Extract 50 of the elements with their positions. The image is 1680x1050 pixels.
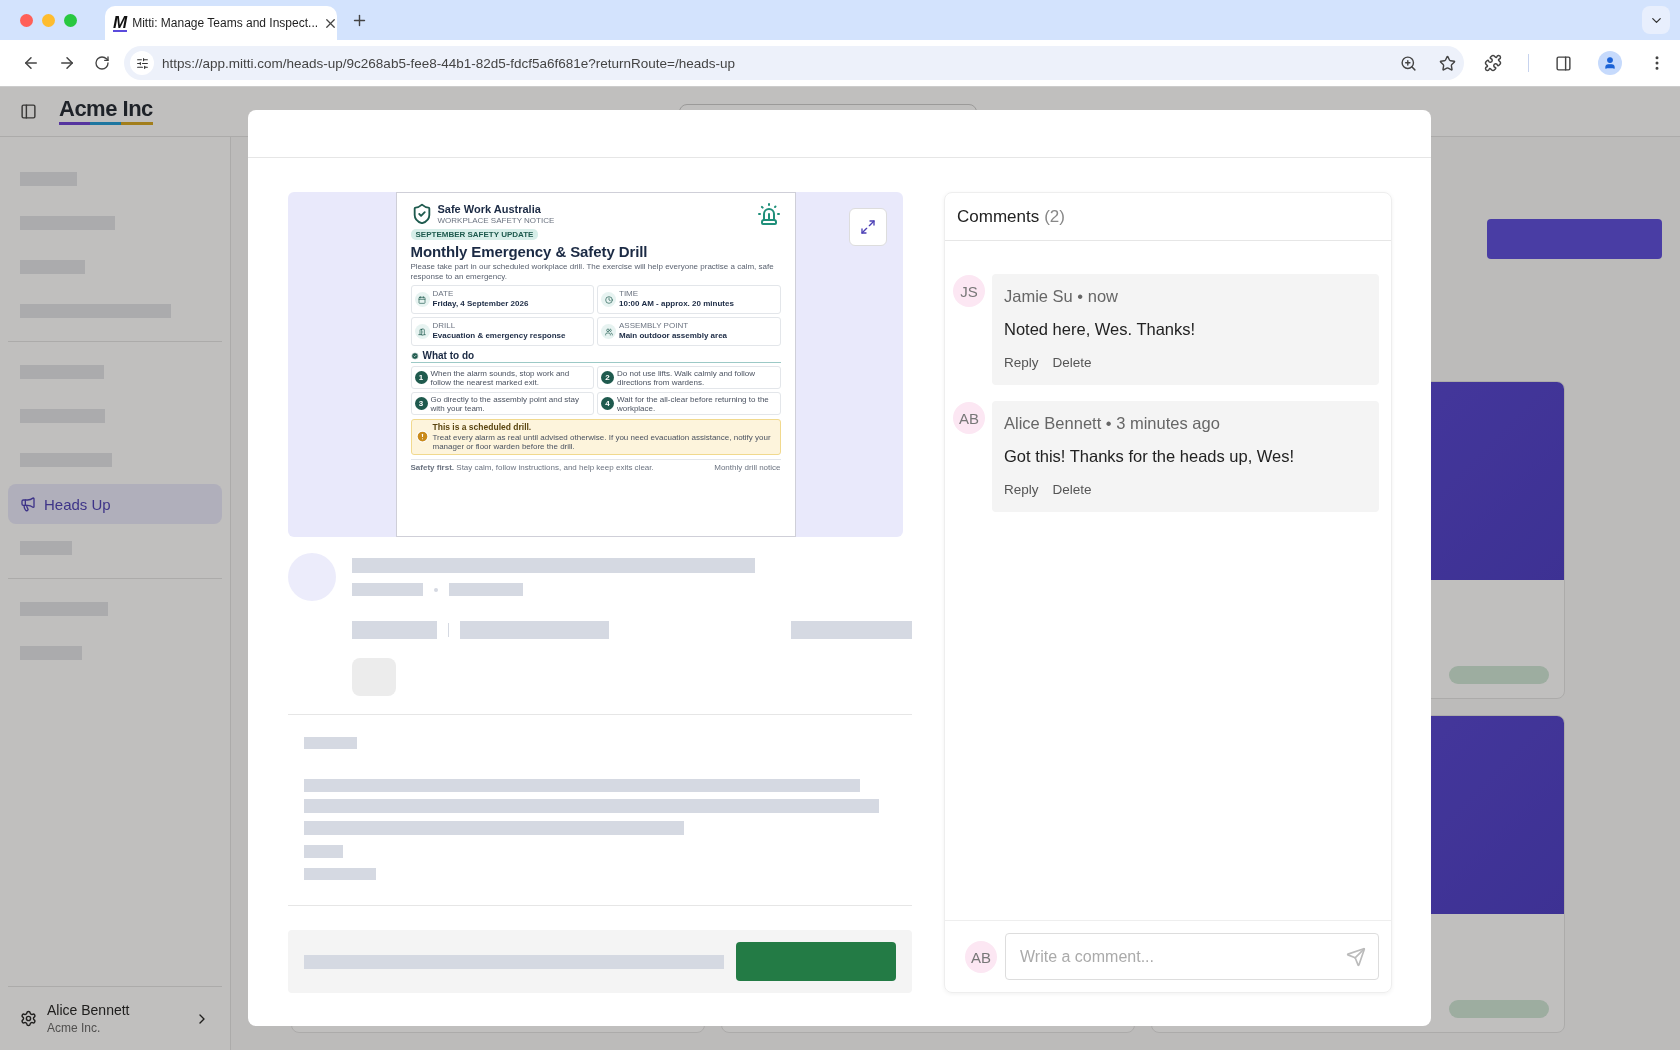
tab-title: Mitti: Manage Teams and Inspect... <box>132 16 319 30</box>
fact-label: TIME <box>619 290 640 299</box>
poster-subtitle: WORKPLACE SAFETY NOTICE <box>437 216 556 225</box>
poster-section-title: What to do <box>422 350 475 362</box>
notice-title: This is a scheduled drill. <box>432 422 533 433</box>
comment-text: Noted here, Wes. Thanks! <box>1004 320 1197 339</box>
fact-value: Evacuation & emergency response <box>432 332 566 342</box>
address-bar[interactable]: https://app.mitti.com/heads-up/9c268ab5-fee8-44b1-82d5-fdcf5a6f681e?returnRoute=/heads-up <box>124 46 1464 80</box>
step-text: Go directly to the assembly point and stay with your team. <box>430 394 581 413</box>
poster-tag: SEPTEMBER SAFETY UPDATE <box>410 229 539 240</box>
step-number: 3 <box>414 397 428 411</box>
comment-field[interactable]: Write a comment... <box>1005 933 1379 980</box>
step-number: 1 <box>414 371 428 385</box>
poster-org-name: Safe Work Australia <box>437 203 542 215</box>
poster-footer-label: Monthly drill notice <box>714 462 781 472</box>
fact-value: 10:00 AM - approx. 20 minutes <box>619 300 734 310</box>
site-logo: M <box>113 14 128 32</box>
comment-input-field[interactable]: Write a comment... <box>1018 946 1346 967</box>
user-avatar: JS <box>953 275 985 307</box>
notice-body: Treat every alarm as real until advised otherwise. If you need evacuation assistance, notify your manager or floor warden before the drill. <box>432 433 772 452</box>
poster-title: Monthly Emergency & Safety Drill <box>410 243 649 260</box>
step-number: 4 <box>601 397 614 411</box>
comment-action-link[interactable]: Reply <box>1004 355 1039 370</box>
fact-label: DRILL <box>432 322 457 331</box>
user-org: Acme Inc. <box>47 1021 102 1035</box>
comments-title: Comments <box>957 206 1040 227</box>
step-text: Do not use lifts. Walk calmly and follow directions from wardens. <box>617 368 756 387</box>
comment-meta: Alice Bennett • 3 minutes ago <box>1004 414 1221 433</box>
user-name: Alice Bennett <box>47 1002 131 1018</box>
browser-tab[interactable]: M Mitti: Manage Teams and Inspect... <box>105 6 337 40</box>
step-text: When the alarm sounds, stop work and follow the nearest marked exit. <box>430 368 571 387</box>
brand-logo: Acme Inc <box>59 98 153 125</box>
poster-footer-note: Safety first. Stay calm, follow instructions, and help keep exits clear. <box>410 462 654 472</box>
poster-intro: Please take part in our scheduled workplace drill. The exercise will help everyone practise a calm, safe response to an emergency. <box>410 262 775 282</box>
fact-label: DATE <box>432 290 455 299</box>
comment-action-link[interactable]: Reply <box>1004 482 1039 497</box>
user-menu[interactable]: Alice Bennett Acme Inc. <box>8 986 222 1050</box>
comment-action-link[interactable]: Delete <box>1052 482 1092 497</box>
comment-text: Got this! Thanks for the heads up, Wes! <box>1004 447 1296 466</box>
comment-meta: Jamie Su • now <box>1004 287 1119 306</box>
nav-item[interactable]: Heads Up <box>8 484 222 524</box>
fact-label: ASSEMBLY POINT <box>619 322 690 331</box>
user-avatar: AB <box>965 941 997 973</box>
user-avatar: AB <box>953 402 985 434</box>
fact-value: Main outdoor assembly area <box>619 332 728 342</box>
fact-value: Friday, 4 September 2026 <box>432 300 529 310</box>
step-number: 2 <box>601 371 614 385</box>
comments-count: (2) <box>1044 206 1065 227</box>
step-text: Wait for the all-clear before returning to the workplace. <box>617 394 770 413</box>
comment-action-link[interactable]: Delete <box>1052 355 1092 370</box>
